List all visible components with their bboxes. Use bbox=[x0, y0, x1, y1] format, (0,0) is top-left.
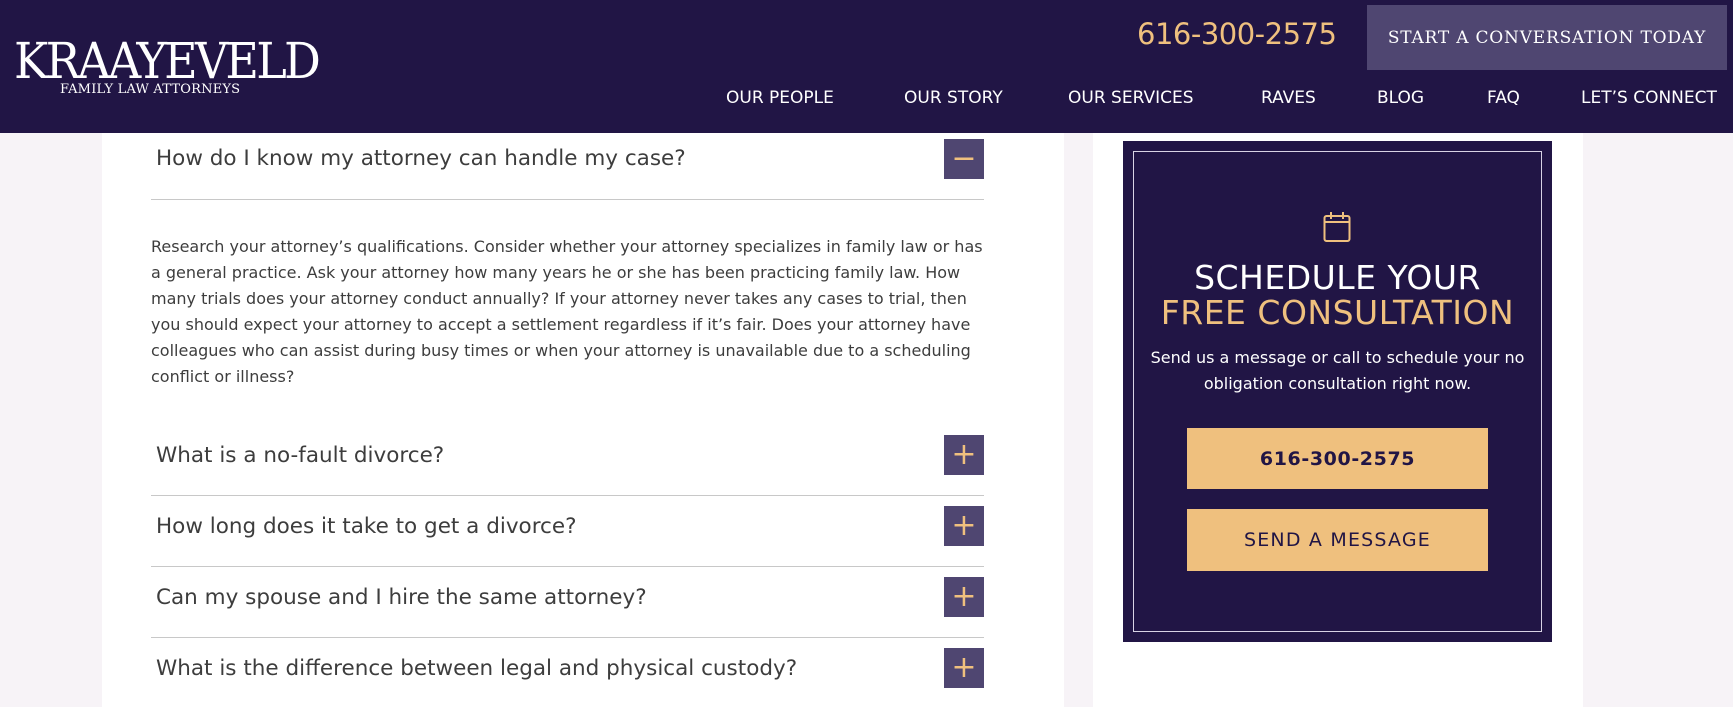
nav-raves[interactable]: RAVES bbox=[1261, 88, 1316, 108]
expand-button[interactable]: + bbox=[944, 648, 984, 688]
plus-icon: + bbox=[951, 650, 977, 685]
collapse-button[interactable]: − bbox=[944, 139, 984, 179]
nav-our-services[interactable]: OUR SERVICES bbox=[1068, 88, 1194, 108]
faq-question[interactable]: Can my spouse and I hire the same attorn… bbox=[156, 585, 647, 610]
nav-faq[interactable]: FAQ bbox=[1487, 88, 1520, 108]
faq-question[interactable]: What is the difference between legal and… bbox=[156, 656, 797, 681]
consultation-title-highlight: FREE CONSULTATION bbox=[1160, 293, 1515, 332]
nav-lets-connect[interactable]: LET’S CONNECT bbox=[1581, 88, 1717, 108]
faq-divider bbox=[151, 566, 984, 567]
expand-button[interactable]: + bbox=[944, 577, 984, 617]
main-nav: OUR PEOPLE OUR STORY OUR SERVICES RAVES … bbox=[0, 88, 1733, 110]
minus-icon: − bbox=[951, 141, 977, 176]
header-phone-link[interactable]: 616-300-2575 bbox=[1137, 17, 1337, 51]
faq-divider bbox=[151, 495, 984, 496]
faq-question[interactable]: How long does it take to get a divorce? bbox=[156, 514, 577, 539]
nav-our-story[interactable]: OUR STORY bbox=[904, 88, 1003, 108]
call-phone-button[interactable]: 616-300-2575 bbox=[1187, 428, 1488, 489]
nav-our-people[interactable]: OUR PEOPLE bbox=[726, 88, 834, 108]
plus-icon: + bbox=[951, 437, 977, 472]
expand-button[interactable]: + bbox=[944, 435, 984, 475]
site-logo[interactable]: KRAAYEVELD FAMILY LAW ATTORNEYS bbox=[14, 32, 345, 97]
consultation-title: SCHEDULE YOUR bbox=[1194, 258, 1481, 297]
plus-icon: + bbox=[951, 579, 977, 614]
faq-divider bbox=[151, 637, 984, 638]
faq-content-card bbox=[102, 120, 1064, 707]
faq-divider bbox=[151, 199, 984, 200]
send-message-button[interactable]: SEND A MESSAGE bbox=[1187, 509, 1488, 571]
expand-button[interactable]: + bbox=[944, 506, 984, 546]
plus-icon: + bbox=[951, 508, 977, 543]
faq-question-open[interactable]: How do I know my attorney can handle my … bbox=[156, 146, 686, 171]
nav-blog[interactable]: BLOG bbox=[1377, 88, 1424, 108]
calendar-icon bbox=[1323, 212, 1351, 242]
faq-answer-text: Research your attorney’s qualifications.… bbox=[151, 237, 983, 386]
start-conversation-button[interactable]: START A CONVERSATION TODAY bbox=[1367, 5, 1727, 70]
faq-question[interactable]: What is a no-fault divorce? bbox=[156, 443, 444, 468]
site-header: KRAAYEVELD FAMILY LAW ATTORNEYS 616-300-… bbox=[0, 0, 1733, 133]
consultation-description: Send us a message or call to schedule yo… bbox=[1150, 348, 1525, 393]
logo-wordmark: KRAAYEVELD bbox=[14, 32, 321, 90]
